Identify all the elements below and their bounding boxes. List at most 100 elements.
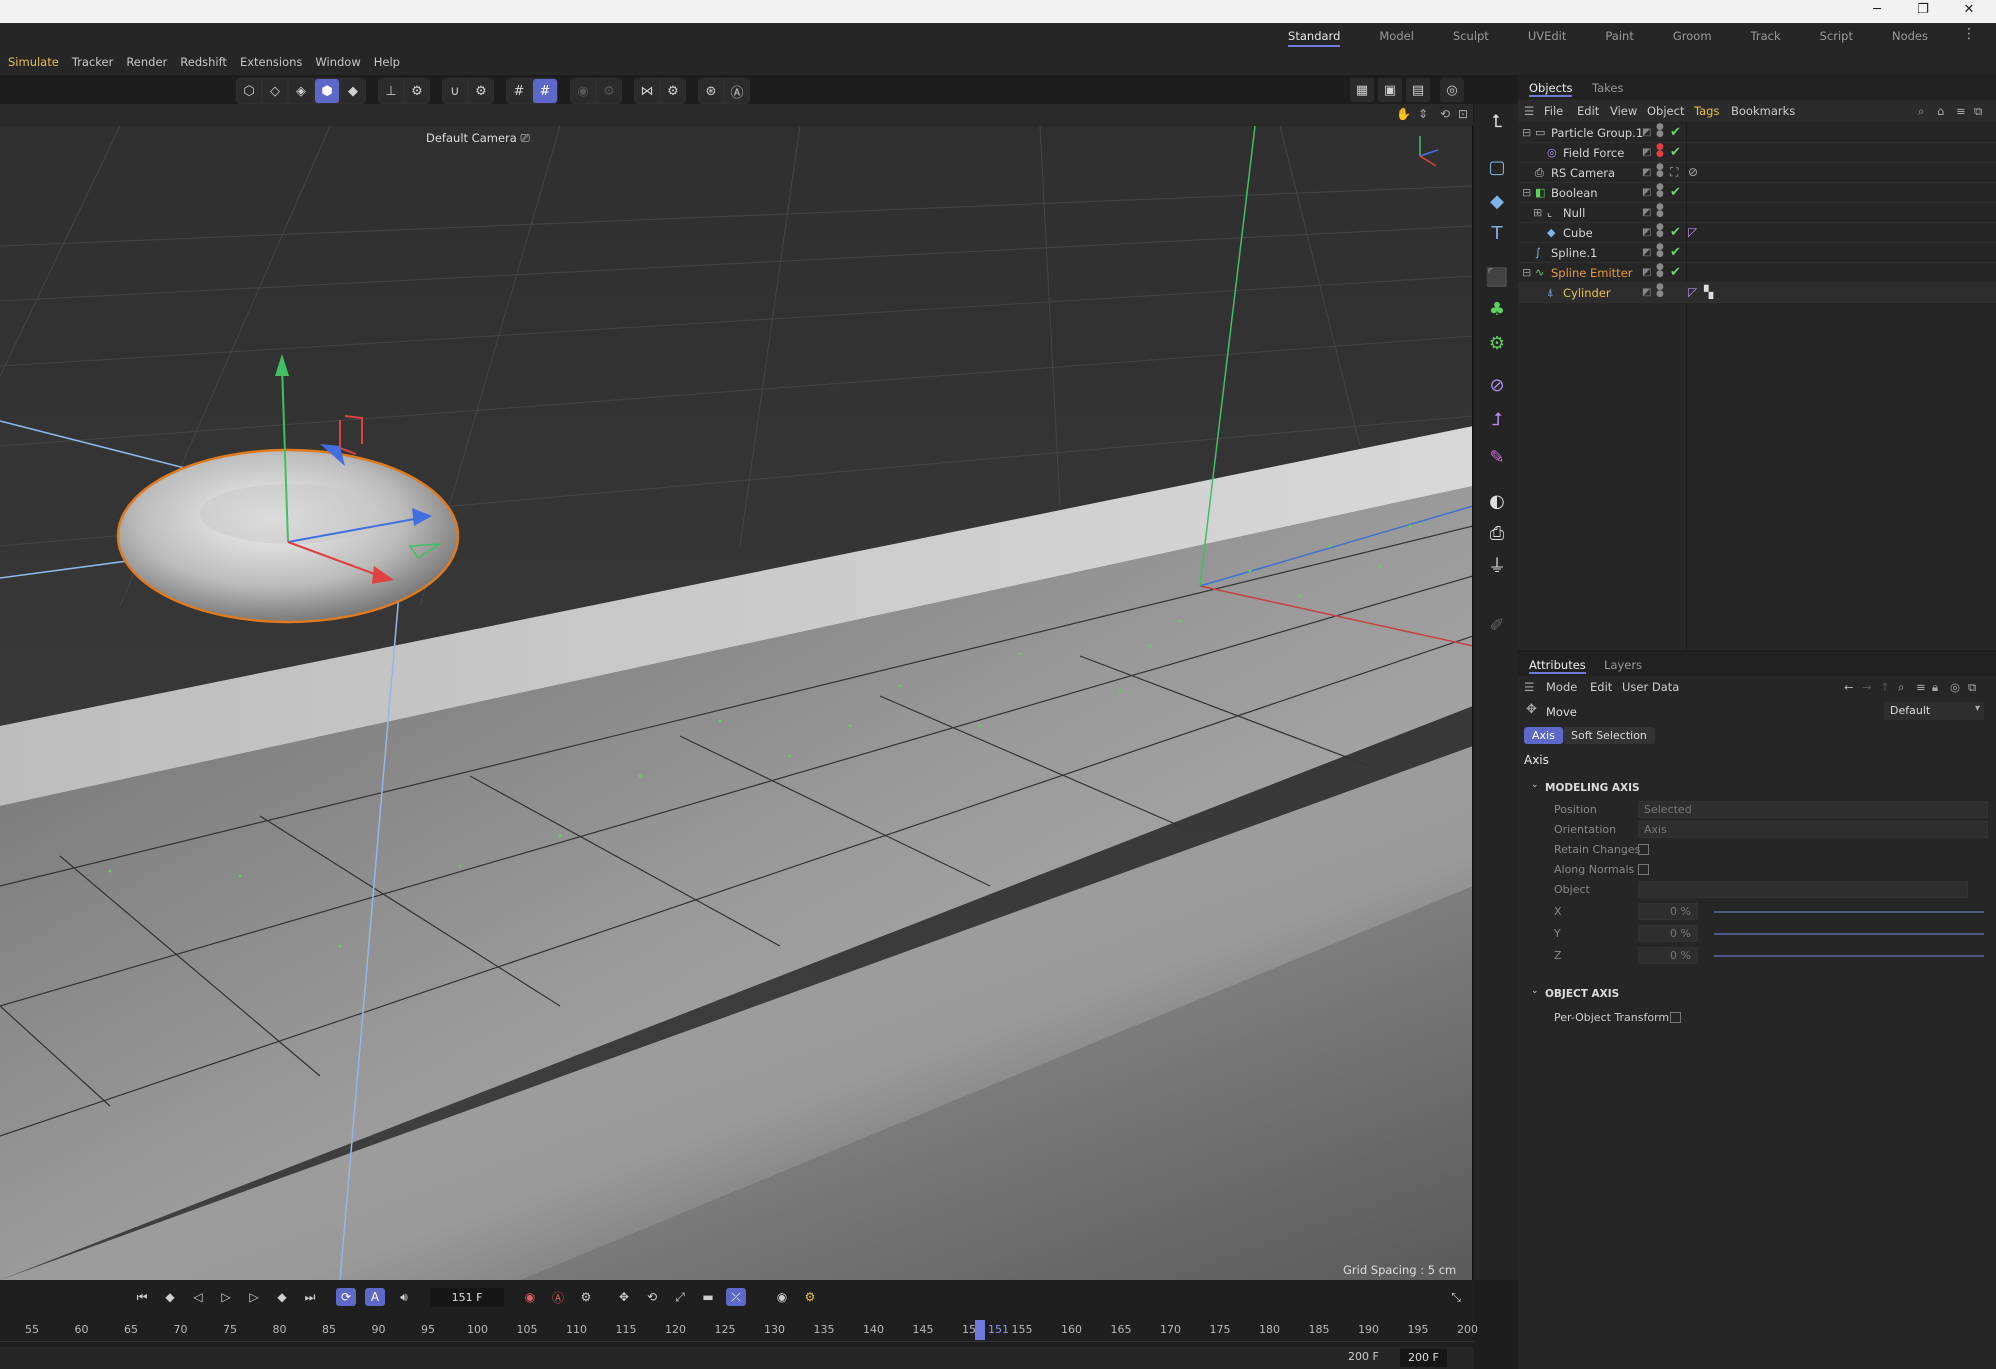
close-icon[interactable]: ✕ — [1960, 2, 1978, 17]
menu-tracker[interactable]: Tracker — [72, 55, 114, 69]
z-input[interactable]: 0 % — [1638, 947, 1698, 964]
phong-tag-icon[interactable]: ◸ — [1688, 225, 1697, 239]
symmetry-settings-icon[interactable]: ⚙ — [661, 79, 685, 103]
generator-icon[interactable]: ⬛ — [1484, 264, 1510, 290]
chevron-down-icon[interactable]: ⌄ — [1531, 986, 1539, 996]
enabled-check-icon[interactable]: ✔ — [1670, 185, 1681, 200]
enabled-check-icon[interactable]: ✔ — [1670, 225, 1681, 240]
motion-system-icon[interactable]: ◉ — [772, 1288, 792, 1306]
object-row-boolean[interactable]: ⊟ ◧ Boolean ◩ ● ● ✔ — [1518, 183, 1996, 203]
deformer-icon[interactable]: ⊘ — [1484, 372, 1510, 398]
autokey-icon[interactable]: Ⓐ — [548, 1288, 568, 1306]
go-to-end-icon[interactable]: ⏭ — [300, 1288, 320, 1306]
am-menu-edit[interactable]: Edit — [1590, 680, 1612, 694]
settings-icon[interactable]: ◎ — [1950, 680, 1960, 694]
playhead[interactable] — [975, 1320, 985, 1340]
symmetry-icon[interactable]: ⋈ — [635, 79, 659, 103]
forward-arrow-icon[interactable]: → — [1862, 680, 1872, 694]
mograph-icon[interactable]: ♣ — [1484, 296, 1510, 322]
am-menu-mode[interactable]: Mode — [1546, 680, 1577, 694]
position-dropdown[interactable]: Selected — [1638, 801, 1988, 818]
auto-key-icon[interactable]: Ⓐ — [725, 79, 749, 103]
pen-icon[interactable]: ✐ — [1484, 612, 1510, 638]
menu-extensions[interactable]: Extensions — [240, 55, 302, 69]
object-row-cube[interactable]: ◆ Cube ◩ ● ● ✔ ◸ — [1518, 223, 1996, 243]
tab-layers[interactable]: Layers — [1604, 658, 1642, 672]
null-object-icon[interactable]: ▢ — [1484, 154, 1510, 180]
om-menu-object[interactable]: Object — [1647, 104, 1684, 118]
key-position-icon[interactable]: ✥ — [614, 1288, 634, 1306]
more-options-icon[interactable]: ⋮ — [1962, 26, 1976, 42]
snap-icon[interactable]: ∪ — [443, 79, 467, 103]
current-frame-field[interactable]: 151 F — [430, 1288, 504, 1307]
play-icon[interactable]: ▷ — [216, 1288, 236, 1306]
chevron-down-icon[interactable]: ⌄ — [1531, 780, 1539, 790]
search-icon[interactable]: ⌕ — [1918, 104, 1924, 119]
locked-workplane-settings-icon[interactable]: ⚙ — [597, 79, 621, 103]
layout-model[interactable]: Model — [1379, 27, 1414, 47]
phong-tag-icon[interactable]: ◸ — [1688, 285, 1697, 299]
object-mode-icon[interactable]: ◇ — [263, 79, 287, 103]
material-tag-icon[interactable]: ▚ — [1704, 285, 1713, 299]
3d-viewport[interactable] — [0, 126, 1473, 1280]
playback-mode-icon[interactable]: A — [365, 1288, 385, 1306]
polygon-mode-icon[interactable]: ⬢ — [315, 79, 339, 103]
axis-button[interactable]: Axis — [1524, 727, 1563, 744]
points-mode-icon[interactable]: ◈ — [289, 79, 313, 103]
enabled-check-icon[interactable]: ✔ — [1670, 245, 1681, 260]
modeling-axis-header[interactable]: MODELING AXIS — [1545, 782, 1640, 794]
text-icon[interactable]: T — [1484, 220, 1510, 246]
scene-icon[interactable]: ⏚ — [1484, 552, 1510, 578]
render-region-icon[interactable]: ▦ — [1350, 78, 1374, 102]
viewport-pan-icon[interactable]: ✋ — [1396, 107, 1411, 121]
visibility-dots[interactable]: ● ● — [1656, 123, 1664, 139]
visibility-dots[interactable]: ● ● — [1656, 183, 1664, 199]
go-to-start-icon[interactable]: ⏮ — [132, 1288, 152, 1306]
axis-icon[interactable]: ⊥ — [379, 79, 403, 103]
lock-icon[interactable]: 🔒︎ — [1932, 680, 1938, 695]
x-input[interactable]: 0 % — [1638, 903, 1698, 920]
previous-frame-icon[interactable]: ◁ — [188, 1288, 208, 1306]
object-row-null[interactable]: ⊞ ⌞ Null ◩ ● ● — [1518, 203, 1996, 223]
light-icon[interactable]: ◐ — [1484, 488, 1510, 514]
layout-nodes[interactable]: Nodes — [1892, 27, 1928, 47]
minimize-icon[interactable]: ─ — [1868, 2, 1886, 17]
preset-dropdown[interactable]: Default ▾ — [1884, 702, 1984, 720]
collapse-icon[interactable]: ⊟ — [1522, 126, 1535, 139]
object-axis-header[interactable]: OBJECT AXIS — [1545, 988, 1619, 1000]
tab-objects[interactable]: Objects — [1529, 81, 1573, 97]
om-menu-edit[interactable]: Edit — [1577, 104, 1599, 118]
collapse-icon[interactable]: ⊟ — [1522, 186, 1535, 199]
target-tag-icon[interactable]: ⛶ — [1670, 165, 1678, 180]
soft-selection-button[interactable]: Soft Selection — [1563, 727, 1655, 744]
up-arrow-icon[interactable]: ↑ — [1880, 680, 1890, 694]
protection-tag-icon[interactable]: ⊘ — [1688, 165, 1698, 179]
x-slider[interactable] — [1714, 911, 1984, 913]
hamburger-icon[interactable]: ☰ — [1524, 680, 1534, 694]
per-object-transform-checkbox[interactable] — [1670, 1012, 1681, 1023]
am-menu-user-data[interactable]: User Data — [1622, 680, 1679, 694]
previous-key-icon[interactable]: ◆ — [160, 1288, 180, 1306]
frame-ruler[interactable]: 55 60 65 70 75 80 85 90 95 100 105 110 115 120 125 130 1… — [0, 1320, 1478, 1342]
y-input[interactable]: 0 % — [1638, 925, 1698, 942]
sound-icon[interactable]: 🔊︎ — [394, 1288, 414, 1306]
layout-script[interactable]: Script — [1820, 27, 1853, 47]
workplane-icon[interactable]: # — [507, 79, 531, 103]
next-frame-icon[interactable]: ▷ — [244, 1288, 264, 1306]
layout-track[interactable]: Track — [1751, 27, 1781, 47]
object-row-particle-group[interactable]: ⊟ ▭ Particle Group.1 ◩ ● ● ✔ — [1518, 123, 1996, 143]
spline-tool-icon[interactable]: ✎ — [1484, 444, 1510, 470]
menu-simulate[interactable]: Simulate — [8, 55, 59, 69]
menu-window[interactable]: Window — [315, 55, 360, 69]
visibility-dots[interactable]: ● ● — [1656, 203, 1664, 219]
render-picture-viewer-icon[interactable]: ▤ — [1406, 78, 1430, 102]
cache-icon[interactable]: ⚙ — [800, 1288, 820, 1306]
hamburger-icon[interactable]: ☰ — [1524, 104, 1534, 118]
loop-icon[interactable]: ⟳ — [336, 1288, 356, 1306]
om-menu-file[interactable]: File — [1544, 104, 1563, 118]
enabled-check-icon[interactable]: ✔ — [1670, 145, 1681, 160]
retain-changes-checkbox[interactable] — [1638, 844, 1649, 855]
layout-paint[interactable]: Paint — [1605, 27, 1633, 47]
object-row-spline-emitter[interactable]: ⊟ ∿ Spline Emitter ◩ ● ● ✔ — [1518, 263, 1996, 283]
redshift-ipr-icon[interactable]: ◎ — [1440, 78, 1464, 102]
